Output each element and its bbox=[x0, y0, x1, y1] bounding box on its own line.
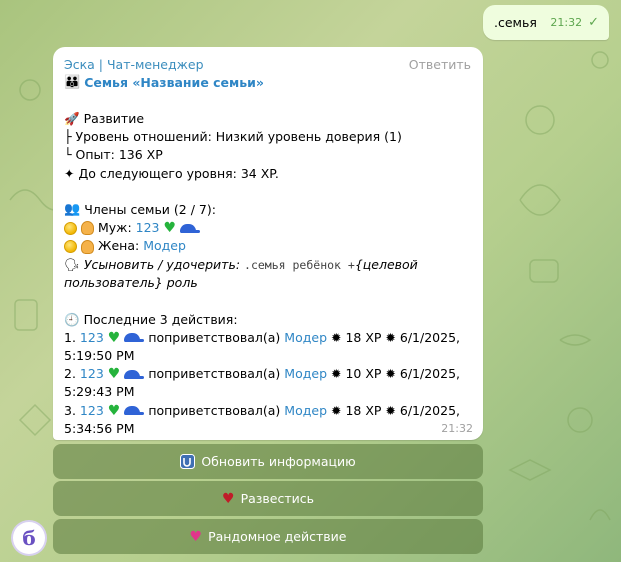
action-item: 2. 123 ♥ поприветствовал(а) Модер ✹ 10 X… bbox=[64, 365, 461, 400]
refresh-icon bbox=[180, 454, 196, 469]
family-title: 👪 Семья «Название семьи» bbox=[64, 75, 264, 90]
cap-icon bbox=[124, 369, 145, 379]
member-wife: Жена: Модер bbox=[64, 237, 479, 255]
action-item: 1. 123 ♥ поприветствовал(а) Модер ✹ 18 X… bbox=[64, 329, 461, 363]
development-header: 🚀 Развитие bbox=[64, 110, 479, 128]
adopt-command[interactable]: .семья ребёнок + bbox=[244, 258, 355, 272]
speaking-head-icon: 🗣 bbox=[64, 257, 80, 272]
action-target-link[interactable]: Модер bbox=[284, 402, 327, 420]
family-icon: 👪 bbox=[64, 75, 81, 90]
outgoing-message-text: .семья bbox=[494, 15, 537, 30]
sender-name[interactable]: Эска | Чат-менеджер bbox=[64, 57, 204, 72]
bot-avatar[interactable]: б bbox=[13, 522, 45, 554]
next-level: ✦ До следующего уровня: 34 XP. bbox=[64, 165, 279, 181]
bullet-icon: ✹ bbox=[330, 402, 342, 418]
broken-heart-icon: ♥ bbox=[222, 490, 235, 507]
bullet-icon: ✹ bbox=[330, 366, 342, 382]
bullet-icon: ✹ bbox=[385, 402, 396, 418]
woman-icon bbox=[81, 239, 94, 254]
rocket-icon: 🚀 bbox=[64, 111, 80, 126]
wife-link[interactable]: Модер bbox=[143, 237, 186, 255]
actions-header: 🕘 Последние 3 действия: bbox=[64, 311, 479, 329]
clock-icon: 🕘 bbox=[64, 311, 80, 327]
green-heart-icon: ♥ bbox=[107, 329, 121, 346]
man-icon bbox=[81, 221, 94, 236]
bullet-icon: ✹ bbox=[330, 329, 342, 345]
action-item: 3. 123 ♥ поприветствовал(а) Модер ✹ 18 X… bbox=[64, 402, 461, 436]
action-actor-link[interactable]: 123 bbox=[80, 329, 104, 347]
action-actor-link[interactable]: 123 bbox=[80, 402, 104, 420]
green-heart-icon: ♥ bbox=[107, 366, 121, 383]
action-actor-link[interactable]: 123 bbox=[80, 365, 104, 383]
refresh-info-button[interactable]: Обновить информацию bbox=[53, 444, 483, 479]
husband-link[interactable]: 123 bbox=[136, 219, 160, 237]
member-husband: Муж: 123 ♥ bbox=[64, 219, 479, 237]
cap-icon bbox=[124, 333, 145, 343]
coin-icon bbox=[64, 240, 77, 253]
reply-button[interactable]: Ответить bbox=[409, 57, 471, 72]
coin-icon bbox=[64, 221, 77, 235]
message-body: 🚀 Развитие ├ Уровень отношений: Низкий у… bbox=[64, 110, 479, 438]
cap-icon bbox=[180, 223, 201, 233]
read-check-icon: ✓ bbox=[588, 15, 599, 30]
members-header: 👥 Члены семьи (2 / 7): bbox=[64, 201, 479, 219]
random-action-button[interactable]: ♥ Рандомное действие bbox=[53, 519, 483, 554]
green-heart-icon: ♥ bbox=[163, 220, 177, 237]
experience: └ Опыт: 136 XP bbox=[64, 147, 163, 163]
relation-level: ├ Уровень отношений: Низкий уровень дове… bbox=[64, 129, 402, 145]
incoming-message-time: 21:32 bbox=[441, 422, 473, 435]
adopt-hint: 🗣 Усыновить / удочерить: .семья ребёнок +… bbox=[64, 256, 418, 291]
action-target-link[interactable]: Модер bbox=[284, 365, 327, 383]
outgoing-message[interactable]: .семья 21:32 ✓ bbox=[483, 5, 609, 40]
outgoing-message-time: 21:32 bbox=[550, 16, 583, 29]
action-target-link[interactable]: Модер bbox=[284, 329, 327, 347]
people-icon: 👥 bbox=[64, 202, 81, 217]
green-heart-icon: ♥ bbox=[107, 402, 121, 419]
sparkling-heart-icon: ♥ bbox=[189, 528, 203, 545]
bullet-icon: ✹ bbox=[385, 366, 396, 382]
bullet-icon: ✹ bbox=[385, 329, 396, 345]
cap-icon bbox=[124, 406, 145, 416]
divorce-button[interactable]: ♥ Развестись bbox=[53, 481, 483, 516]
incoming-message[interactable]: Эска | Чат-менеджер Ответить 👪 Семья «На… bbox=[53, 47, 483, 440]
